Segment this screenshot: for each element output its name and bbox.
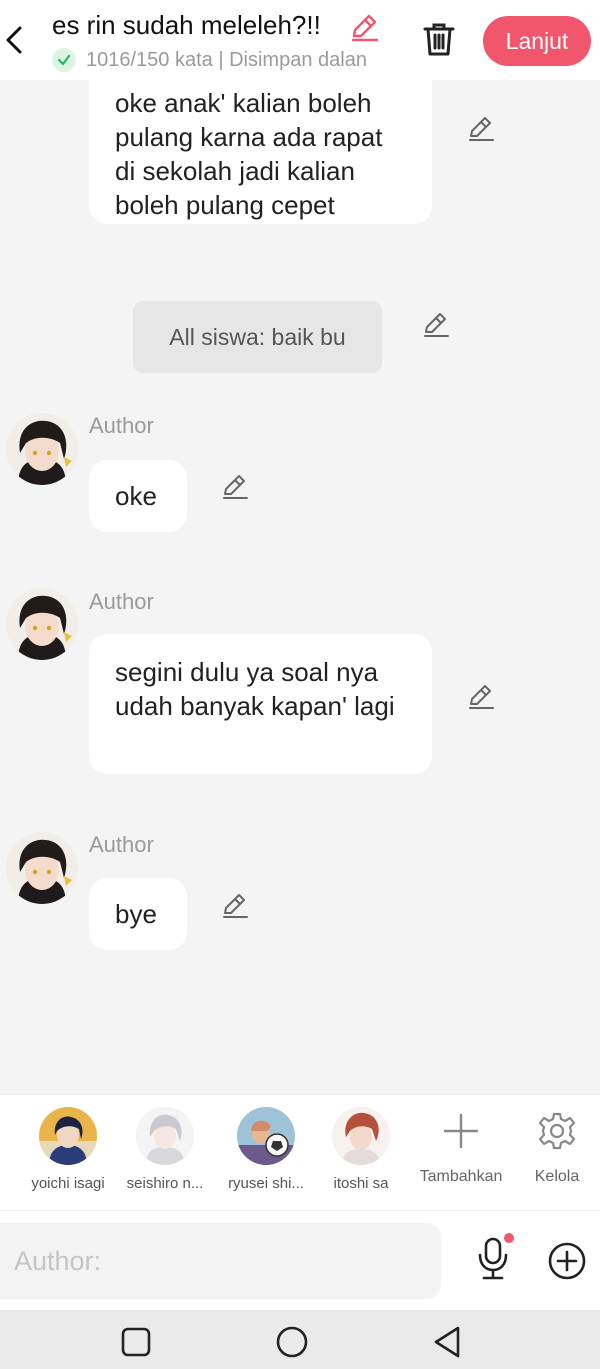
- home-icon[interactable]: [272, 1322, 312, 1362]
- character-avatar: [39, 1107, 97, 1165]
- character-name: ryusei shi...: [228, 1175, 304, 1192]
- edit-message-icon[interactable]: [466, 682, 496, 712]
- character-seishiro-nagi[interactable]: seishiro n...: [115, 1107, 215, 1192]
- author-name: Author: [89, 589, 154, 614]
- add-character-label: Tambahkan: [419, 1168, 503, 1185]
- message-text: oke: [115, 481, 157, 511]
- character-avatar: [237, 1107, 295, 1165]
- plus-circle-icon[interactable]: [547, 1241, 587, 1281]
- recents-icon[interactable]: [116, 1322, 156, 1362]
- character-ryusei-shidou[interactable]: ryusei shi...: [216, 1107, 316, 1192]
- manage-characters-button[interactable]: Kelola: [507, 1107, 600, 1186]
- author-name: Author: [89, 413, 154, 438]
- character-yoichi-isagi[interactable]: yoichi isagi: [18, 1107, 118, 1192]
- next-button[interactable]: Lanjut: [483, 16, 591, 66]
- save-status: 1016/150 kata | Disimpan dalan: [52, 47, 392, 73]
- word-count-status: 1016/150 kata | Disimpan dalan: [86, 48, 367, 71]
- author-name: Author: [89, 832, 154, 857]
- narration-text: All siswa: baik bu: [169, 323, 346, 350]
- gear-icon: [538, 1112, 576, 1150]
- message-text: segini dulu ya soal nya udah banyak kapa…: [115, 657, 395, 721]
- chat-area[interactable]: oke anak' kalian boleh pulang karna ada …: [0, 80, 600, 1094]
- author-avatar[interactable]: [6, 832, 78, 904]
- character-bar[interactable]: yoichi isagi seishiro n... ryusei shi...: [0, 1094, 600, 1210]
- character-itoshi-sae[interactable]: itoshi sa: [311, 1107, 411, 1192]
- message-text: bye: [115, 899, 157, 929]
- add-character-button[interactable]: Tambahkan: [411, 1107, 511, 1186]
- character-name: itoshi sa: [333, 1175, 389, 1192]
- edit-message-icon[interactable]: [220, 472, 250, 502]
- trash-icon[interactable]: [421, 20, 457, 60]
- back-icon[interactable]: [428, 1322, 468, 1362]
- message-bubble[interactable]: oke anak' kalian boleh pulang karna ada …: [89, 80, 432, 224]
- message-input[interactable]: [0, 1223, 441, 1299]
- check-icon: [52, 48, 76, 72]
- character-avatar: [332, 1107, 390, 1165]
- author-avatar[interactable]: [6, 413, 78, 485]
- composer: [0, 1210, 600, 1310]
- narration-bubble[interactable]: All siswa: baik bu: [133, 301, 382, 373]
- character-avatar: [136, 1107, 194, 1165]
- message-bubble[interactable]: segini dulu ya soal nya udah banyak kapa…: [89, 634, 432, 774]
- plus-icon: [443, 1113, 479, 1149]
- character-name: seishiro n...: [126, 1175, 204, 1192]
- character-name: yoichi isagi: [31, 1175, 105, 1192]
- top-bar: es rin sudah meleleh?!! 1016/150 kata | …: [0, 0, 600, 80]
- message-text: oke anak' kalian boleh pulang karna ada …: [115, 88, 383, 220]
- message-bubble[interactable]: bye: [89, 878, 187, 950]
- back-arrow-icon[interactable]: [2, 22, 26, 58]
- edit-message-icon[interactable]: [220, 891, 250, 921]
- system-navigation-bar: [0, 1310, 600, 1369]
- story-title[interactable]: es rin sudah meleleh?!!: [52, 10, 321, 41]
- pencil-icon[interactable]: [348, 12, 380, 44]
- microphone-icon[interactable]: [472, 1233, 516, 1283]
- edit-message-icon[interactable]: [421, 310, 451, 340]
- message-bubble[interactable]: oke: [89, 460, 187, 532]
- author-avatar[interactable]: [6, 588, 78, 660]
- manage-characters-label: Kelola: [534, 1168, 580, 1185]
- edit-message-icon[interactable]: [466, 114, 496, 144]
